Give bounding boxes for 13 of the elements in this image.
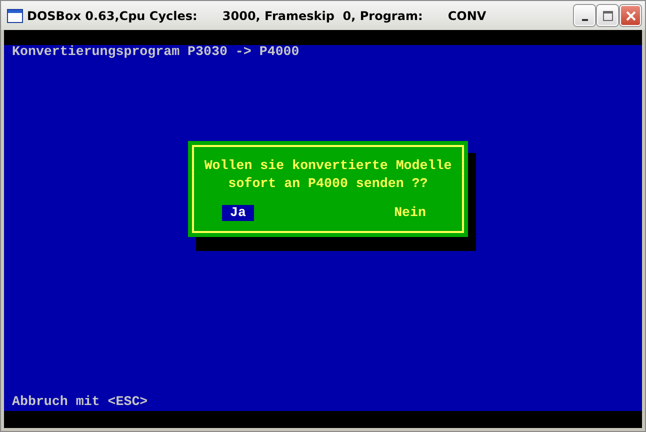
window-title: DOSBox 0.63,Cpu Cycles: 3000, Frameskip 0, Program: CONV <box>27 8 488 22</box>
window-icon <box>7 8 23 22</box>
dialog-message: Wollen sie konvertierte Modelle <box>204 157 452 175</box>
dialog-message: sofort an P4000 senden ?? <box>228 175 428 193</box>
program-heading: Konvertierungsprogram P3030 -> P4000 <box>12 45 300 59</box>
maximize-icon <box>602 10 614 22</box>
minimize-button[interactable] <box>574 5 595 26</box>
close-button[interactable] <box>620 5 641 26</box>
maximize-button[interactable] <box>597 5 618 26</box>
dialog-option[interactable]: Ja <box>222 205 254 221</box>
minimize-icon <box>582 18 588 20</box>
footer-hint: Abbruch mit <ESC> <box>12 395 149 409</box>
close-icon <box>624 10 636 22</box>
